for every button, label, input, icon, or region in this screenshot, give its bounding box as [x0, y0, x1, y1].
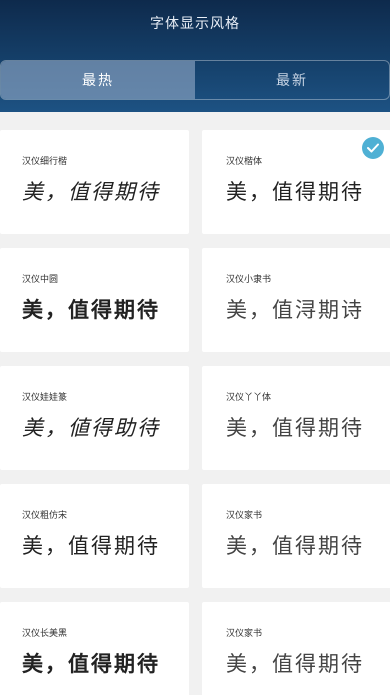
- tab-hottest[interactable]: 最热: [1, 61, 195, 99]
- font-sample: 美，值得期待: [226, 416, 364, 440]
- font-sample: 美，值得期待: [22, 180, 160, 204]
- tab-newest[interactable]: 最新: [195, 61, 389, 99]
- font-card[interactable]: 汉仪粗仿宋 美，值得期待: [0, 484, 189, 588]
- font-card[interactable]: 汉仪细行楷 美，值得期待: [0, 130, 189, 234]
- font-name: 汉仪娃娃篆: [22, 393, 68, 403]
- font-sample: 美，値得助待: [22, 416, 160, 440]
- font-card[interactable]: 汉仪丫丫体 美，值得期待: [202, 366, 390, 470]
- font-name: 汉仪中圆: [22, 275, 59, 285]
- font-sample: 美，值得期待: [226, 652, 364, 676]
- font-sample: 美，值得期待: [22, 652, 160, 676]
- font-card[interactable]: 汉仪家书 美，值得期待: [202, 484, 390, 588]
- font-card[interactable]: 汉仪长美黑 美，值得期待: [0, 602, 189, 695]
- font-sample: 美，值得期待: [22, 298, 160, 322]
- font-card[interactable]: 汉仪家书 美，值得期待: [202, 602, 390, 695]
- font-name: 汉仪丫丫体: [226, 393, 272, 403]
- font-grid: 汉仪细行楷 美，值得期待 汉仪楷体 美，值得期待 汉仪中圆 美，值得期待 汉仪小…: [0, 130, 390, 695]
- font-name: 汉仪家书: [226, 629, 263, 639]
- check-icon: [362, 137, 384, 159]
- font-name: 汉仪楷体: [226, 157, 263, 167]
- font-sample: 美，值得期待: [22, 534, 160, 558]
- tab-bar: 最热 最新: [0, 60, 390, 100]
- font-name: 汉仪粗仿宋: [22, 511, 68, 521]
- font-name: 汉仪家书: [226, 511, 263, 521]
- font-sample: 美，值得期待: [226, 180, 364, 204]
- font-card[interactable]: 汉仪小隶书 美，值浔期诗: [202, 248, 390, 352]
- header: 字体显示风格 最热 最新: [0, 0, 390, 112]
- page-title: 字体显示风格: [150, 16, 240, 32]
- font-name: 汉仪细行楷: [22, 157, 68, 167]
- font-card[interactable]: 汉仪娃娃篆 美，値得助待: [0, 366, 189, 470]
- font-card[interactable]: 汉仪中圆 美，值得期待: [0, 248, 189, 352]
- font-name: 汉仪小隶书: [226, 275, 272, 285]
- font-name: 汉仪长美黑: [22, 629, 68, 639]
- font-sample: 美，值浔期诗: [226, 298, 364, 322]
- font-sample: 美，值得期待: [226, 534, 364, 558]
